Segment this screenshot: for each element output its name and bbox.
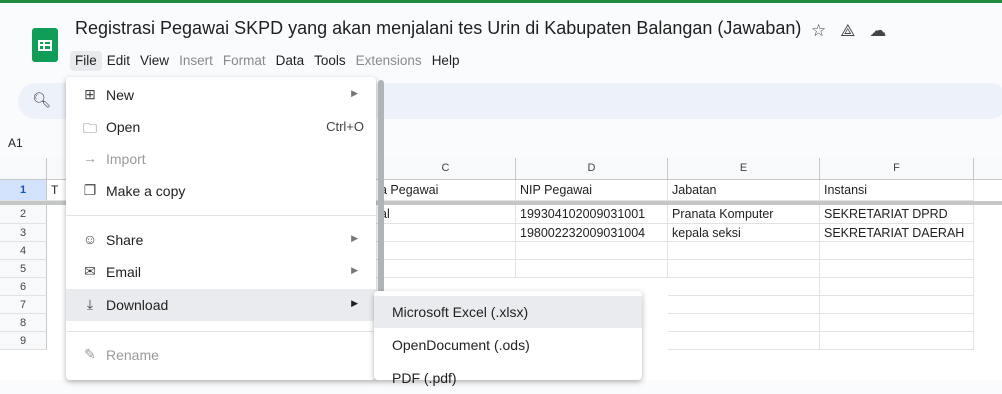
column-header-d[interactable]: D <box>516 158 668 179</box>
cell-empty[interactable] <box>820 314 974 332</box>
document-title[interactable]: Registrasi Pegawai SKPD yang akan menjal… <box>75 18 801 39</box>
menu-format[interactable]: Format <box>218 51 271 71</box>
row-header-6[interactable]: 6 <box>0 278 47 296</box>
cell-c1[interactable]: a Pegawai <box>376 180 516 201</box>
cell-d2[interactable]: 19930410200903100​1 <box>516 205 668 224</box>
download-icon: ⤓ <box>86 296 94 312</box>
menu-item-email[interactable]: ✉ Email ▶ <box>66 256 376 288</box>
share-person-icon: ☺ <box>82 231 98 247</box>
download-submenu: Microsoft Excel (.xlsx) OpenDocument (.o… <box>374 291 642 386</box>
cell-e3[interactable]: kepala seksi <box>668 224 820 242</box>
cell-empty[interactable] <box>668 314 820 332</box>
cell-empty[interactable] <box>820 296 974 314</box>
copy-icon: ❐ <box>83 182 97 198</box>
cell-f2[interactable]: SEKRETARIAT DPRD <box>820 205 974 224</box>
menu-divider <box>66 331 376 332</box>
menu-file[interactable]: File <box>70 51 102 71</box>
sheets-logo-icon[interactable] <box>32 28 58 62</box>
menu-divider <box>66 215 376 216</box>
menu-item-import[interactable]: → Import <box>66 143 376 175</box>
download-pdf[interactable]: PDF (.pdf) <box>374 362 642 394</box>
menu-item-download[interactable]: ⤓ Download ▶ <box>66 289 376 321</box>
cell-empty[interactable] <box>820 332 974 350</box>
cell-e1[interactable]: Jabatan <box>668 180 820 201</box>
menu-extensions[interactable]: Extensions <box>351 51 427 71</box>
cell-f3[interactable]: SEKRETARIAT DAERAH <box>820 224 974 242</box>
column-header-e[interactable]: E <box>668 158 820 179</box>
top-accent-line <box>0 0 1002 3</box>
cell-c2[interactable]: al <box>376 205 516 224</box>
menu-scrollbar[interactable] <box>378 80 384 300</box>
submenu-arrow-icon: ▶ <box>351 265 358 275</box>
cell-c3[interactable] <box>376 224 516 242</box>
row-header-9[interactable]: 9 <box>0 332 47 350</box>
cell-empty[interactable] <box>668 242 820 260</box>
mail-icon: ✉ <box>84 263 96 279</box>
row-header-2[interactable]: 2 <box>0 205 47 224</box>
download-ods[interactable]: OpenDocument (.ods) <box>374 329 642 361</box>
row-header-1[interactable]: 1 <box>0 180 47 201</box>
menu-data[interactable]: Data <box>271 51 310 71</box>
row-header-4[interactable]: 4 <box>0 242 47 260</box>
cell-empty[interactable] <box>376 260 516 278</box>
cell-empty[interactable] <box>376 242 516 260</box>
menu-view[interactable]: View <box>135 51 174 71</box>
menu-bar: File Edit View Insert Format Data Tools … <box>70 51 464 71</box>
cell-b1[interactable]: T <box>47 180 67 201</box>
new-file-icon: ⊞ <box>84 86 96 102</box>
file-menu: ⊞ New ▶ 🗀︎ Open Ctrl+O → Import ❐ Make a… <box>66 77 384 380</box>
cell-empty[interactable] <box>516 242 668 260</box>
row-header-3[interactable]: 3 <box>0 224 47 242</box>
submenu-arrow-icon: ▶ <box>351 233 358 243</box>
title-icons: ☆ ⟁ ☁ <box>811 21 886 41</box>
cell-empty[interactable] <box>820 260 974 278</box>
cell-empty[interactable] <box>668 278 820 296</box>
row-header-5[interactable]: 5 <box>0 260 47 278</box>
cell-empty[interactable] <box>668 260 820 278</box>
menu-item-share[interactable]: ☺ Share ▶ <box>66 224 376 256</box>
move-to-drive-icon[interactable]: ⟁ <box>840 21 855 41</box>
menu-help[interactable]: Help <box>427 51 465 71</box>
menu-item-rename[interactable]: ✎ Rename <box>66 339 376 371</box>
download-xlsx[interactable]: Microsoft Excel (.xlsx) <box>374 296 642 328</box>
submenu-arrow-icon: ▶ <box>351 88 358 98</box>
cell-empty[interactable] <box>668 332 820 350</box>
menu-edit[interactable]: Edit <box>102 51 135 71</box>
folder-icon: 🗀︎ <box>83 120 97 136</box>
submenu-arrow-icon: ▶ <box>351 298 358 308</box>
column-header-f[interactable]: F <box>820 158 974 179</box>
search-icon[interactable]: 🔍︎ <box>32 91 51 109</box>
select-all-corner[interactable] <box>0 158 47 179</box>
menu-tools[interactable]: Tools <box>309 51 351 71</box>
import-icon: → <box>83 150 97 166</box>
star-icon[interactable]: ☆ <box>811 21 826 41</box>
cell-empty[interactable] <box>516 260 668 278</box>
cell-e2[interactable]: Pranata Komputer <box>668 205 820 224</box>
rename-pencil-icon: ✎ <box>84 346 96 362</box>
row-header-7[interactable]: 7 <box>0 296 47 314</box>
cloud-status-icon[interactable]: ☁ <box>869 21 886 41</box>
cell-empty[interactable] <box>820 242 974 260</box>
open-shortcut: Ctrl+O <box>326 119 364 134</box>
cell-empty[interactable] <box>820 278 974 296</box>
row-header-8[interactable]: 8 <box>0 314 47 332</box>
column-header-c[interactable]: C <box>376 158 516 179</box>
cell-d3[interactable]: 19800223200903100​4 <box>516 224 668 242</box>
menu-item-make-copy[interactable]: ❐ Make a copy <box>66 175 376 207</box>
cell-empty[interactable] <box>668 296 820 314</box>
cell-f1[interactable]: Instansi <box>820 180 974 201</box>
menu-item-new[interactable]: ⊞ New ▶ <box>66 79 376 111</box>
name-box[interactable]: A1 <box>8 136 23 150</box>
menu-insert[interactable]: Insert <box>174 51 218 71</box>
cell-d1[interactable]: NIP Pegawai <box>516 180 668 201</box>
menu-item-open[interactable]: 🗀︎ Open Ctrl+O <box>66 111 376 143</box>
